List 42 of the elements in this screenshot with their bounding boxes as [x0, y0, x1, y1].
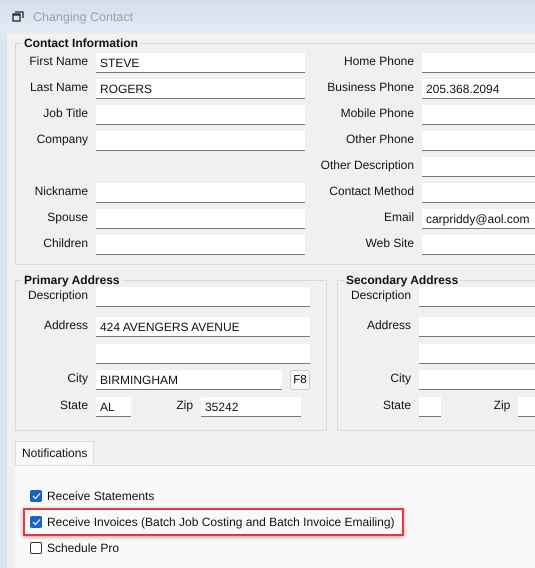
field-label: Zip	[492, 397, 512, 413]
tab[interactable]: Notifications	[15, 441, 94, 465]
field-label: Mobile Phone	[340, 105, 415, 121]
text-field[interactable]: 424 AVENGERS AVENUE	[96, 317, 310, 337]
field-label: Description	[26, 287, 89, 303]
text-field[interactable]: carpriddy@aol.com	[422, 209, 535, 229]
field-label: Address	[42, 317, 89, 333]
field-label: Email	[382, 209, 415, 225]
field-label: Spouse	[46, 209, 89, 225]
field-label: State	[382, 397, 412, 413]
field-label: Contact Method	[328, 183, 415, 199]
text-field[interactable]: AL	[96, 397, 131, 417]
field-label: Job Title	[42, 105, 89, 121]
field-label: Zip	[175, 397, 194, 413]
field-label: Nickname	[34, 183, 89, 199]
text-field[interactable]: STEVE	[96, 53, 305, 73]
field-label: City	[66, 370, 89, 386]
field-label: Address	[366, 317, 412, 333]
field-label: Home Phone	[342, 53, 415, 69]
group-title: Contact Information	[23, 36, 139, 50]
text-field[interactable]: ROGERS	[96, 79, 305, 99]
group-title: Primary Address	[23, 273, 121, 287]
field-label: State	[58, 397, 89, 413]
text-field[interactable]: 205.368.2094	[422, 79, 535, 99]
window-title: Changing Contact	[33, 10, 134, 24]
field-label: Company	[36, 131, 89, 147]
group-title: Secondary Address	[345, 273, 460, 287]
field-label: Business Phone	[326, 79, 415, 95]
text-field[interactable]: BIRMINGHAM	[96, 370, 282, 390]
field-label: Web Site	[364, 235, 415, 251]
field-label: Other Description	[320, 157, 415, 173]
lookup-button[interactable]: F8	[290, 370, 310, 390]
checkbox-label: Schedule Pro	[47, 541, 120, 555]
field-label: Children	[42, 235, 89, 251]
field-label: City	[389, 370, 412, 386]
text-field[interactable]: 35242	[201, 397, 301, 417]
checkbox-label: Receive Statements	[47, 489, 154, 503]
field-label: Other Phone	[344, 131, 415, 147]
checkbox-label: Receive Invoices (Batch Job Costing and Batch Invoice Emailing)	[47, 515, 395, 529]
field-label: Last Name	[28, 79, 89, 95]
field-label: First Name	[28, 53, 89, 69]
field-label: Description	[350, 287, 412, 303]
